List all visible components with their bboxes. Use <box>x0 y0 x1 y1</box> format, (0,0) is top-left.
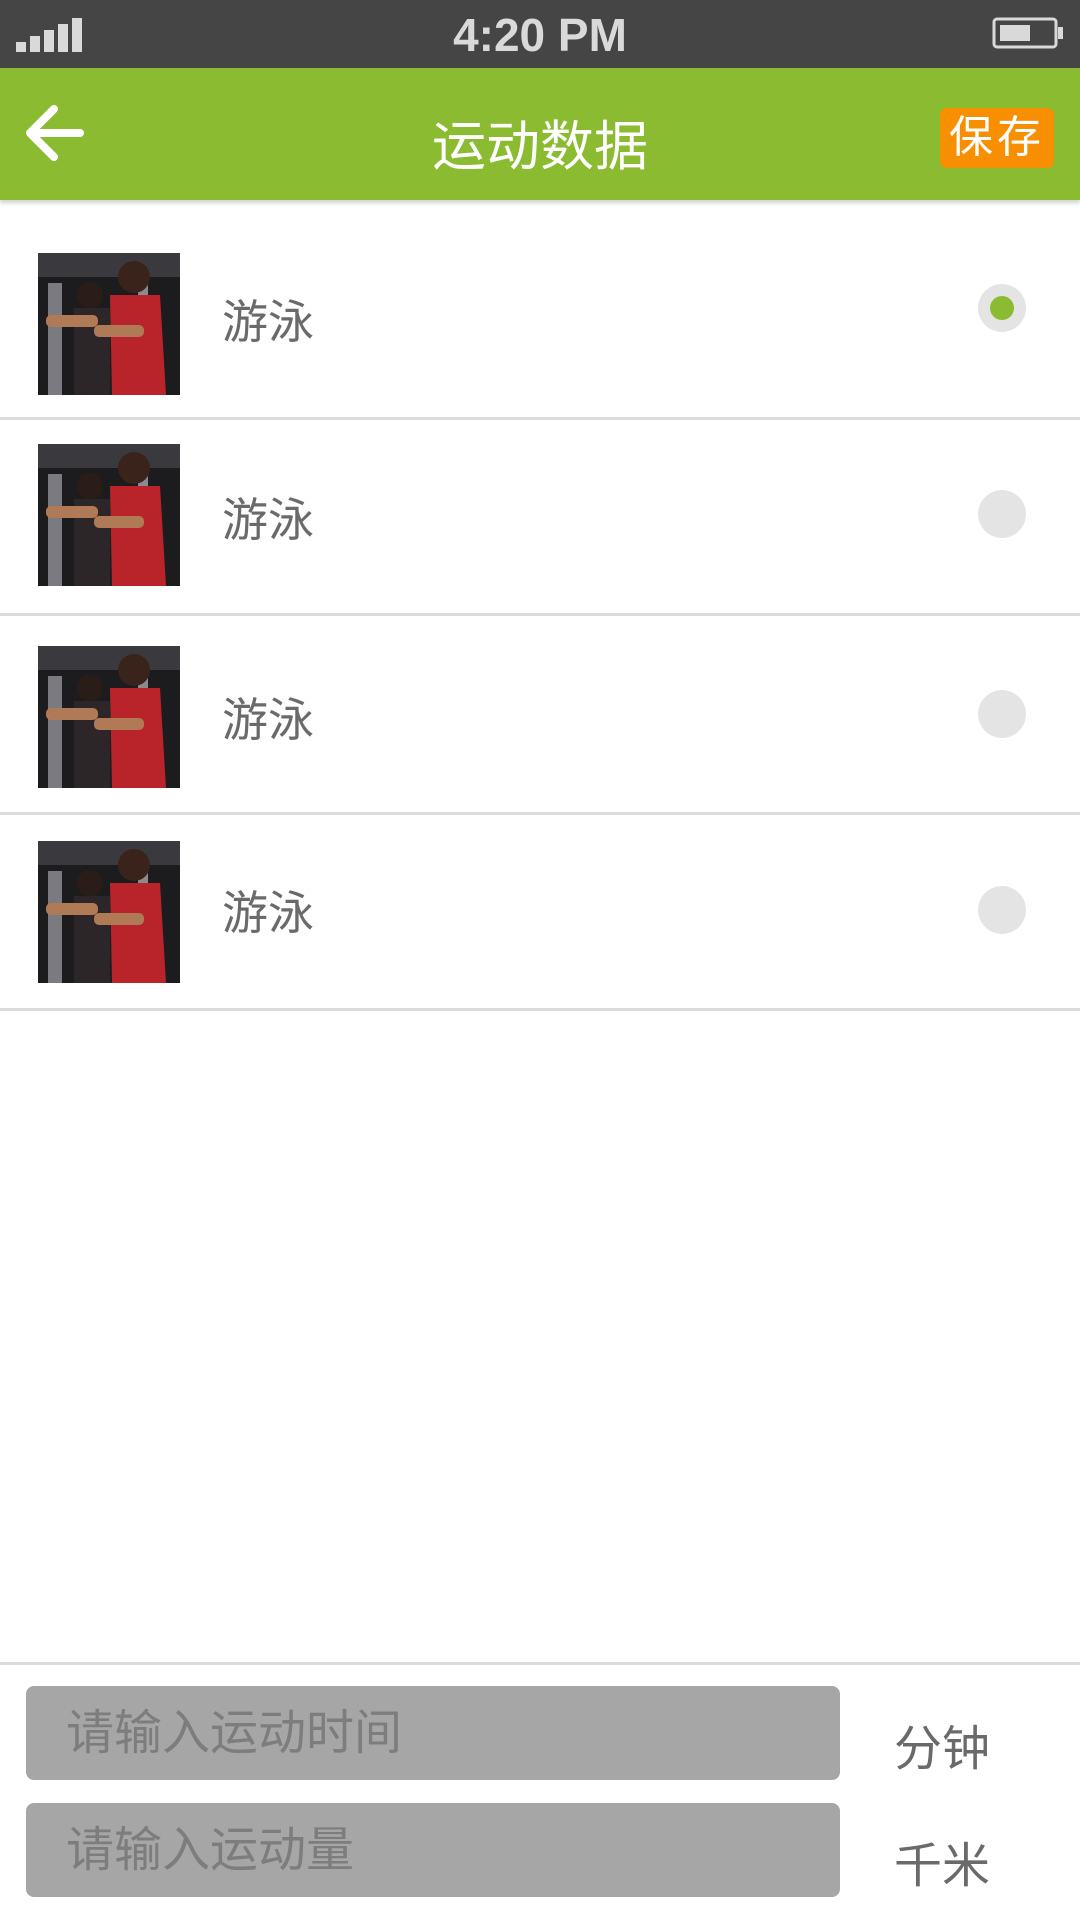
exercise-item[interactable]: 游泳 <box>0 616 1080 815</box>
input-panel: 分钟 千米 <box>0 1662 1080 1923</box>
radio-button-selected[interactable] <box>978 284 1026 332</box>
back-arrow-icon[interactable] <box>22 98 86 168</box>
page-title: 运动数据 <box>432 115 648 178</box>
time-unit-label: 分钟 <box>894 1721 991 1777</box>
amount-unit-label: 千米 <box>894 1838 991 1894</box>
radio-button[interactable] <box>978 886 1026 934</box>
radio-button[interactable] <box>978 490 1026 538</box>
exercise-item-label: 游泳 <box>222 493 314 547</box>
status-time: 4:20 PM <box>453 9 627 61</box>
exercise-item-label: 游泳 <box>222 886 314 940</box>
exercise-item[interactable]: 游泳 <box>0 200 1080 420</box>
exercise-item[interactable]: 游泳 <box>0 815 1080 1011</box>
status-bar: 4:20 PM <box>0 0 1080 68</box>
exercise-thumbnail <box>38 646 180 788</box>
exercise-thumbnail <box>38 841 180 983</box>
radio-selected-dot <box>990 296 1014 320</box>
exercise-amount-input[interactable] <box>26 1803 840 1897</box>
radio-button[interactable] <box>978 690 1026 738</box>
exercise-item[interactable]: 游泳 <box>0 420 1080 616</box>
battery-icon <box>992 17 1063 49</box>
exercise-thumbnail <box>38 444 180 586</box>
exercise-item-label: 游泳 <box>222 693 314 747</box>
exercise-time-input[interactable] <box>26 1686 840 1780</box>
exercise-list: 游泳 游泳 游泳 游泳 <box>0 200 1080 1011</box>
app-header: 运动数据 保存 <box>0 68 1080 200</box>
exercise-thumbnail <box>38 253 180 395</box>
exercise-item-label: 游泳 <box>222 295 314 349</box>
save-button[interactable]: 保存 <box>940 108 1054 168</box>
